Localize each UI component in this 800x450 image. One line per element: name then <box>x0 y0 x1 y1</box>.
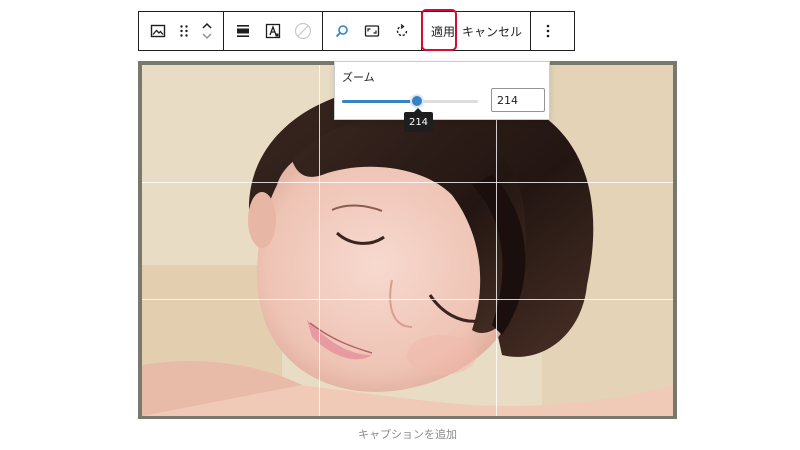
align-button[interactable] <box>228 12 258 50</box>
zoom-icon <box>335 25 348 38</box>
duotone-button[interactable] <box>288 12 318 50</box>
crop-group <box>323 12 422 50</box>
move-down-icon[interactable] <box>201 31 213 41</box>
apply-cancel-group: 適用 キャンセル <box>421 9 532 51</box>
options-group <box>531 12 565 50</box>
layout-group <box>224 12 323 50</box>
drag-handle[interactable] <box>173 12 195 50</box>
more-options-icon <box>546 24 550 38</box>
drag-handle-icon <box>180 25 188 37</box>
image-icon <box>150 24 166 38</box>
text-overlay-icon <box>265 23 281 39</box>
more-options-button[interactable] <box>531 12 565 50</box>
zoom-button[interactable] <box>327 12 357 50</box>
zoom-label: ズーム <box>342 71 375 84</box>
apply-wrap: 適用 <box>421 9 458 51</box>
duotone-icon <box>294 22 312 40</box>
add-text-button[interactable] <box>258 12 288 50</box>
caption-placeholder[interactable]: キャプションを追加 <box>138 426 677 442</box>
zoom-popover: ズーム <box>334 61 550 120</box>
block-type-button[interactable] <box>143 12 173 50</box>
zoom-slider[interactable] <box>342 94 478 108</box>
move-buttons <box>195 12 219 50</box>
apply-button[interactable]: 適用 <box>426 12 458 50</box>
aspect-ratio-icon <box>364 25 380 37</box>
align-icon <box>237 25 249 37</box>
block-switcher-group <box>139 12 224 50</box>
grid-line-horizontal-1 <box>142 182 673 183</box>
rotate-icon <box>396 23 408 37</box>
cancel-button[interactable]: キャンセル <box>458 12 526 50</box>
zoom-tooltip: 214 <box>404 108 433 132</box>
grid-line-horizontal-2 <box>142 299 673 300</box>
grid-line-vertical-1 <box>319 65 320 416</box>
rotate-button[interactable] <box>387 12 417 50</box>
zoom-value-input[interactable] <box>491 88 545 112</box>
zoom-slider-fill <box>342 100 417 103</box>
zoom-slider-thumb[interactable] <box>409 94 424 108</box>
block-toolbar: 適用 キャンセル <box>138 9 575 51</box>
aspect-ratio-button[interactable] <box>357 12 387 50</box>
move-up-icon[interactable] <box>201 21 213 31</box>
